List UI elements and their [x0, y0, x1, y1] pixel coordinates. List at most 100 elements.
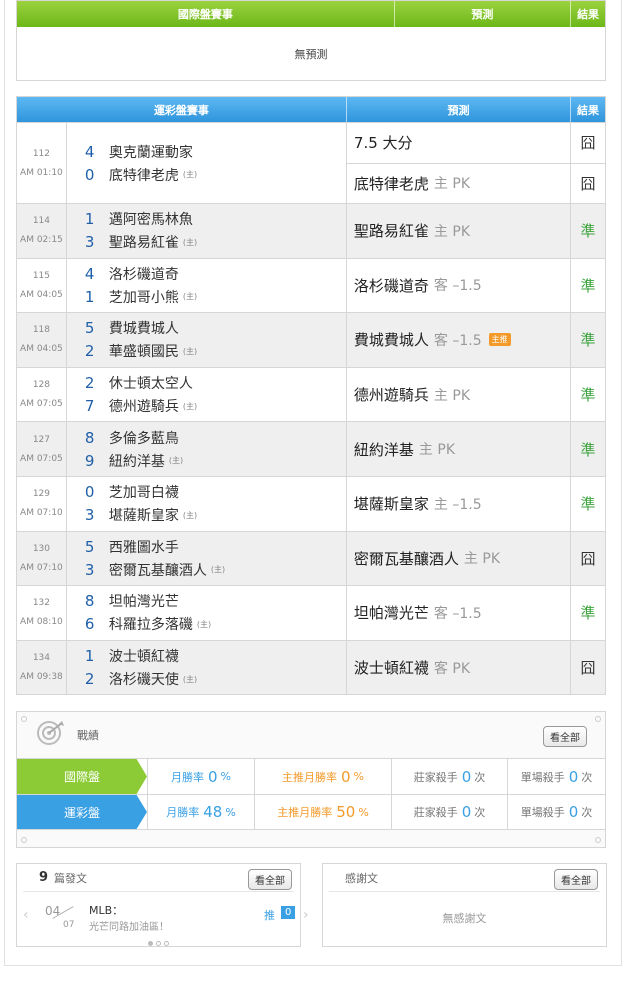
pager-dot[interactable] — [156, 941, 161, 946]
away-team-name[interactable]: 坦帕灣光芒 — [109, 591, 179, 611]
prediction-pick: 底特律老虎 — [353, 174, 429, 193]
prediction-column: 密爾瓦基釀酒人主 PK — [347, 531, 572, 586]
away-team-name[interactable]: 芝加哥白襪 — [109, 482, 179, 502]
sport-header: 運彩盤賽事 預測 結果 — [17, 97, 605, 123]
result-column: 準 — [571, 204, 605, 258]
pager-dot[interactable] — [148, 941, 153, 946]
posts-label: 篇發文 — [54, 871, 88, 885]
thanks-see-all-button[interactable]: 看全部 — [554, 869, 598, 890]
post-title-line2[interactable]: 光芒同路加油區！ — [89, 918, 169, 933]
host-mark: (主) — [182, 170, 198, 179]
result-column: 囧 — [571, 532, 605, 586]
away-team-name[interactable]: 邁阿密馬林魚 — [109, 209, 193, 229]
away-team-name[interactable]: 西雅圖水手 — [109, 537, 179, 557]
game-id: 132 — [32, 598, 50, 609]
game-teams: 5 費城費城人 2 華盛頓國民 (主) — [67, 313, 347, 367]
result-cell: 囧 — [580, 549, 596, 568]
prediction-cell: 紐約洋基主 PK — [347, 422, 570, 476]
post-item[interactable]: ‹ 04 07 MLB： 光芒同路加油區！ 推 0 › — [23, 902, 309, 936]
home-team: 6 科羅拉多落磯 (主) — [85, 615, 346, 634]
home-team: 2 華盛頓國民 (主) — [85, 342, 346, 361]
game-id: 128 — [32, 380, 50, 391]
next-arrow-icon[interactable]: › — [303, 907, 309, 923]
result-cell: 準 — [580, 331, 596, 350]
away-team-name[interactable]: 多倫多藍鳥 — [109, 428, 179, 448]
record-header: 戰績 看全部 — [17, 712, 605, 758]
game-time: AM 07:05 — [20, 399, 63, 410]
home-team: 3 聖路易紅雀 (主) — [85, 233, 346, 252]
result-cell: 囧 — [580, 134, 596, 153]
prediction-line: 客 –1.5 — [433, 278, 482, 295]
game-time: AM 08:10 — [20, 617, 63, 628]
game-time: AM 02:15 — [20, 235, 63, 246]
away-team-name[interactable]: 洛杉磯道奇 — [109, 264, 179, 284]
single-value: 0 — [568, 767, 579, 786]
posts-count: 9 — [39, 870, 49, 885]
prediction-cell: 堪薩斯皇家主 –1.5 — [347, 477, 570, 531]
home-team-name[interactable]: 紐約洋基 — [109, 451, 165, 471]
monthly-win-rate: 月勝率 0% — [147, 759, 254, 794]
times-unit: 次 — [474, 806, 486, 819]
away-team-name[interactable]: 費城費城人 — [109, 318, 179, 338]
prev-arrow-icon[interactable]: ‹ — [23, 907, 29, 923]
times-unit: 次 — [581, 770, 593, 784]
game-meta: 132 AM 08:10 — [17, 586, 67, 640]
table-row: 130 AM 07:10 5 西雅圖水手 3 密爾瓦基釀酒人 (主) 密爾瓦基釀酒人主 PK 囧 — [17, 531, 605, 587]
game-time: AM 04:05 — [20, 289, 63, 300]
game-meta: 130 AM 07:10 — [17, 531, 67, 586]
game-meta: 127 AM 07:05 — [17, 422, 67, 476]
table-row: 128 AM 07:05 2 休士頓太空人 7 德州遊騎兵 (主) 德州遊騎兵主 PK 準 — [17, 367, 605, 423]
intl-header-pred: 預測 — [395, 1, 572, 27]
home-team-name[interactable]: 洛杉磯天使 — [109, 669, 179, 689]
result-column: 準 — [571, 313, 605, 367]
home-team-name[interactable]: 德州遊騎兵 — [109, 396, 179, 416]
game-id: 112 — [32, 148, 50, 159]
home-score: 1 — [84, 287, 95, 306]
home-team-name[interactable]: 底特律老虎 — [109, 165, 179, 185]
times-unit: 次 — [474, 770, 486, 784]
home-team: 9 紐約洋基 (主) — [85, 451, 346, 470]
result-cell: 準 — [580, 222, 596, 241]
game-time: AM 01:10 — [20, 167, 63, 178]
single-killer: 單場殺手 0 次 — [507, 795, 605, 829]
home-team-name[interactable]: 堪薩斯皇家 — [109, 505, 179, 525]
result-column: 準 — [571, 259, 605, 313]
away-score: 8 — [84, 428, 95, 447]
record-table: 國際盤 月勝率 0% 主推月勝率 0% 莊家殺手 0 次單場殺手 0 次運彩盤 月勝率 48% 主推月勝… — [17, 758, 605, 830]
home-score: 7 — [84, 397, 95, 416]
record-see-all-button[interactable]: 看全部 — [543, 726, 587, 747]
host-mark: (主) — [210, 565, 226, 575]
away-team: 8 多倫多藍鳥 — [85, 428, 346, 447]
home-team-name[interactable]: 芝加哥小熊 — [109, 287, 179, 307]
prediction-pick: 德州遊騎兵 — [353, 386, 429, 405]
result-cell: 準 — [580, 386, 596, 405]
home-team-name[interactable]: 密爾瓦基釀酒人 — [109, 560, 207, 580]
table-row: 134 AM 09:38 1 波士頓紅襪 2 洛杉磯天使 (主) 波士頓紅襪客 PK 囧 — [17, 640, 605, 696]
post-title-line1[interactable]: MLB： — [89, 902, 123, 918]
game-id: 129 — [32, 489, 50, 500]
top-rate-label: 主推月勝率 — [277, 806, 333, 819]
record-row-label[interactable]: 國際盤 — [17, 759, 147, 794]
away-team: 5 西雅圖水手 — [85, 537, 346, 556]
record-row-label[interactable]: 運彩盤 — [17, 795, 147, 829]
prediction-column: 聖路易紅雀主 PK — [347, 204, 572, 258]
pager-dot[interactable] — [164, 941, 169, 946]
prediction-cell: 洛杉磯道奇客 –1.5 — [347, 259, 570, 313]
game-meta: 118 AM 04:05 — [17, 313, 67, 367]
home-team-name[interactable]: 聖路易紅雀 — [109, 232, 179, 252]
home-team-name[interactable]: 華盛頓國民 — [109, 341, 179, 361]
away-team-name[interactable]: 波士頓紅襪 — [109, 646, 179, 666]
prediction-cell: 費城費城人客 –1.5 主推 — [347, 313, 570, 367]
monthly-win-rate: 月勝率 48% — [147, 795, 254, 829]
home-team-name[interactable]: 科羅拉多落磯 — [109, 614, 193, 634]
win-rate-label: 月勝率 — [166, 806, 200, 819]
away-team-name[interactable]: 休士頓太空人 — [109, 373, 193, 393]
record-row: 運彩盤 月勝率 48% 主推月勝率 50% 莊家殺手 0 次單場殺手 0 次 — [17, 794, 605, 830]
posts-see-all-button[interactable]: 看全部 — [248, 869, 292, 890]
away-team-name[interactable]: 奧克蘭運動家 — [109, 142, 193, 162]
posts-pager[interactable] — [148, 941, 169, 946]
prediction-column: 紐約洋基主 PK — [347, 422, 572, 476]
host-mark: (主) — [182, 292, 198, 302]
prediction-column: 費城費城人客 –1.5 主推 — [347, 313, 572, 367]
corner-dot — [595, 837, 601, 843]
